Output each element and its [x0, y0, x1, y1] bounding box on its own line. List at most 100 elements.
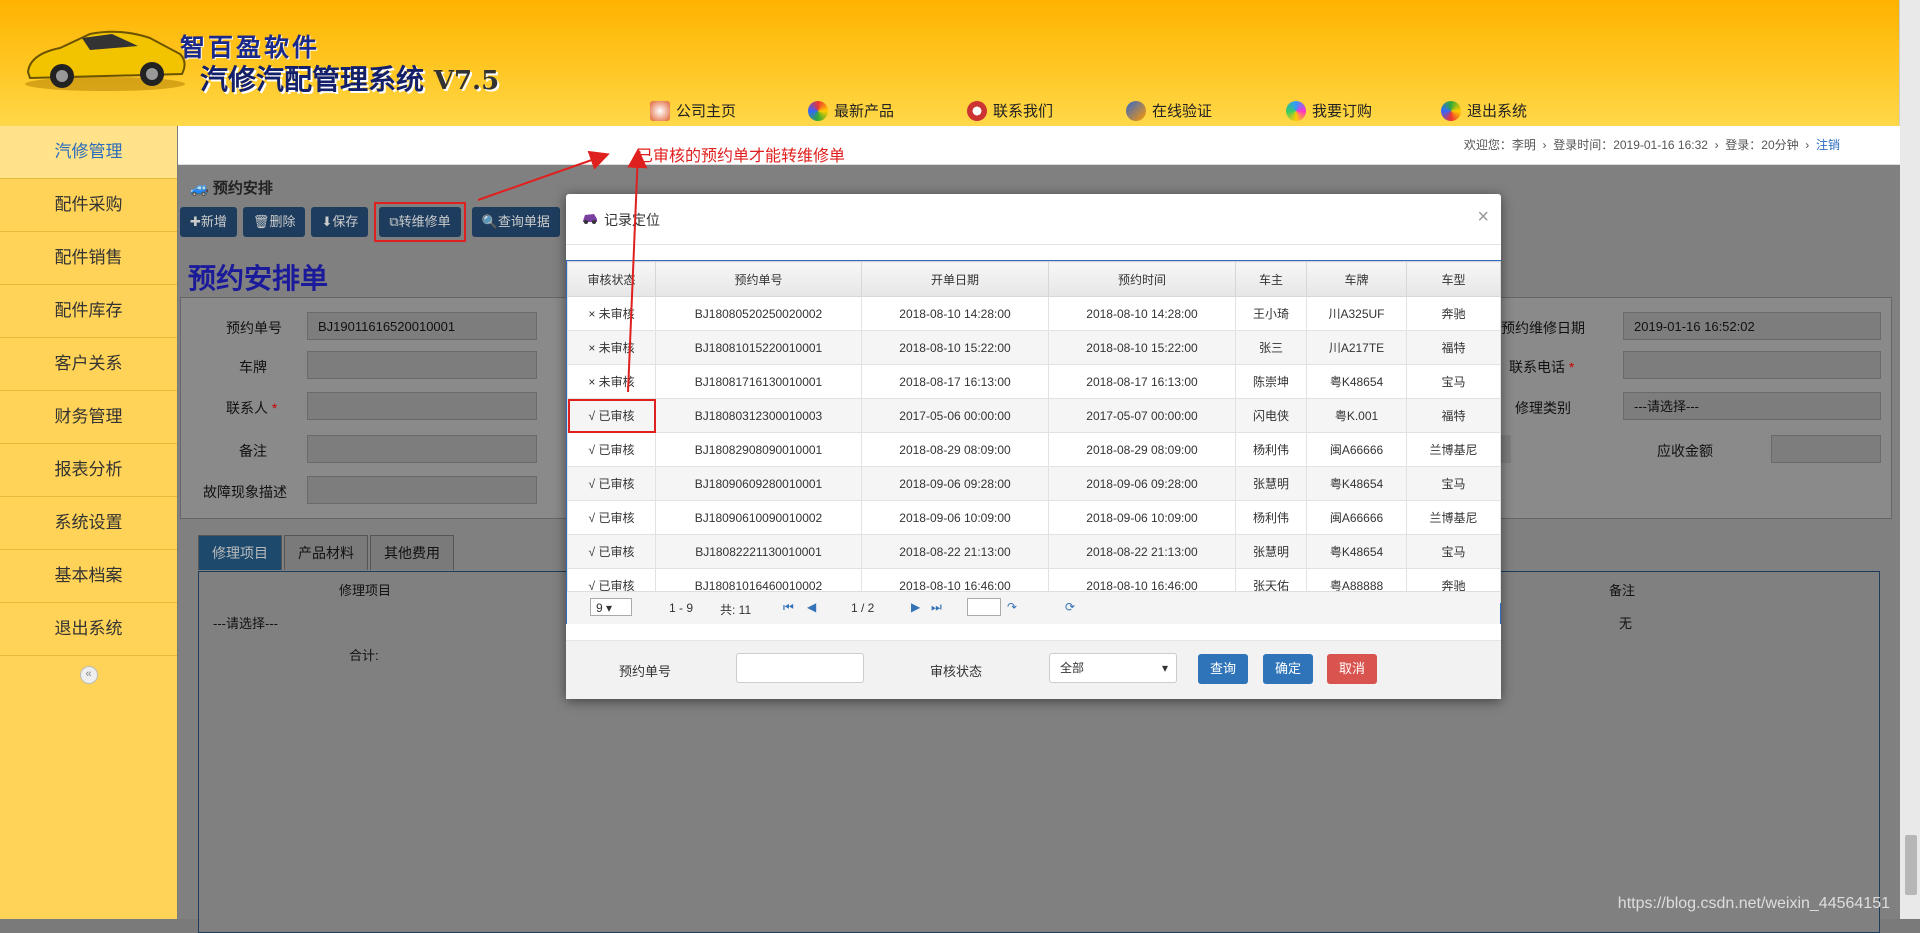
new-button-label: 新增 [200, 214, 227, 229]
cell-plate: 川A217TE [1306, 330, 1407, 365]
last-page-icon[interactable]: ⏭ [931, 600, 943, 614]
sidebar-item-customers[interactable]: 客户关系 [0, 338, 177, 391]
nav-exit[interactable]: 退出系统 [1441, 100, 1527, 121]
table-row[interactable]: × 未审核 BJ18081015220010001 2018-08-10 15:22… [567, 330, 1501, 365]
scrollbar-thumb[interactable] [1905, 835, 1917, 895]
receivable-field[interactable] [1771, 435, 1881, 463]
goto-page-input[interactable] [967, 598, 1001, 616]
form-title: 预约安排单 [188, 263, 329, 294]
remark-label: 备注 [239, 443, 267, 459]
fault-field[interactable] [307, 476, 537, 504]
tab-repair-items[interactable]: 修理项目 [198, 535, 282, 570]
nav-products[interactable]: 最新产品 [808, 100, 894, 121]
col-plate[interactable]: 车牌 [1306, 261, 1407, 297]
sidebar-item-finance[interactable]: 财务管理 [0, 391, 177, 444]
cell-plate: 粤K48654 [1306, 466, 1407, 501]
repair-type-label: 修理类别 [1515, 400, 1571, 416]
phone-label-text: 联系电话 [1509, 359, 1565, 375]
table-row[interactable]: √ 已审核 BJ18090610090010002 2018-09-06 10:09… [567, 500, 1501, 535]
sidebar-item-settings[interactable]: 系统设置 [0, 497, 177, 550]
cell-model: 福特 [1406, 330, 1501, 365]
sidebar-item-purchase[interactable]: 配件采购 [0, 179, 177, 232]
table-row[interactable]: × 未审核 BJ18080520250020002 2018-08-10 14:28… [567, 296, 1501, 331]
cell-plate: 粤K.001 [1306, 398, 1407, 433]
cell-no: BJ18081015220010001 [655, 330, 862, 365]
page-scrollbar[interactable] [1899, 0, 1920, 919]
grid-item-select[interactable]: ---请选择--- [213, 613, 278, 632]
cell-no: BJ18090610090010002 [655, 500, 862, 535]
confirm-button[interactable]: 确定 [1263, 654, 1314, 684]
cell-status: √ 已审核 [567, 466, 656, 501]
save-button[interactable]: ⬇保存 [311, 207, 369, 237]
page-range: 1 - 9 [669, 601, 694, 615]
plate-field[interactable] [307, 351, 537, 379]
prev-page-icon[interactable]: ◀ [807, 600, 819, 614]
delete-button[interactable]: 🗑删除 [242, 207, 306, 237]
collapse-sidebar-icon[interactable]: « [79, 666, 98, 684]
close-icon[interactable]: × [1477, 206, 1489, 229]
col-owner[interactable]: 车主 [1235, 261, 1307, 297]
order-icon [1286, 100, 1306, 121]
repair-type-select[interactable]: ---请选择--- [1623, 392, 1881, 420]
order-no-field[interactable]: BJ19011616520010001 [307, 312, 537, 340]
cell-plate: 闽A66666 [1306, 500, 1407, 535]
nav-home-label: 公司主页 [676, 103, 737, 120]
search-status-select[interactable]: 全部 ▾ [1049, 653, 1177, 683]
nav-contact[interactable]: 联系我们 [967, 100, 1053, 121]
cell-appt: 2018-08-22 21:13:00 [1048, 534, 1236, 569]
sidebar-item-archives[interactable]: 基本档案 [0, 550, 177, 603]
convert-to-repair-button[interactable]: ⧉转维修单 [379, 207, 461, 237]
table-row[interactable]: × 未审核 BJ18081716130010001 2018-08-17 16:13… [567, 364, 1501, 399]
table-row[interactable]: √ 已审核 BJ18082908090010001 2018-08-29 08:09… [567, 432, 1501, 467]
chevron-down-icon: ▾ [1161, 661, 1168, 675]
contact-field[interactable] [307, 392, 537, 420]
cell-open: 2017-05-06 00:00:00 [861, 398, 1049, 433]
cell-status: √ 已审核 [567, 500, 656, 535]
cancel-button[interactable]: 取消 [1327, 654, 1378, 684]
logout-link[interactable]: 注销 [1816, 138, 1840, 152]
search-order-input[interactable] [736, 653, 864, 683]
new-button[interactable]: ✚新增 [180, 207, 237, 237]
cell-open: 2018-08-29 08:09:00 [861, 432, 1049, 467]
table-row[interactable]: √ 已审核 BJ18082221130010001 2018-08-22 21:13… [567, 534, 1501, 569]
sidebar-item-exit[interactable]: 退出系统 [0, 603, 177, 656]
sidebar-item-inventory[interactable]: 配件库存 [0, 285, 177, 338]
table-row[interactable]: √ 已审核 BJ18090609280010001 2018-09-06 09:28… [567, 466, 1501, 501]
cell-open: 2018-08-10 14:28:00 [861, 296, 1049, 331]
tab-other-fees[interactable]: 其他费用 [370, 535, 454, 570]
col-order-no[interactable]: 预约单号 [655, 261, 862, 297]
page-size-select[interactable]: 9 ▾ [590, 598, 632, 616]
nav-home[interactable]: 公司主页 [650, 100, 736, 121]
record-table: 审核状态 预约单号 开单日期 预约时间 车主 车牌 车型 × 未审核 BJ1808… [567, 261, 1501, 603]
sidebar-item-sales[interactable]: 配件销售 [0, 232, 177, 285]
detail-tabs: 修理项目 产品材料 其他费用 [198, 535, 454, 570]
col-model[interactable]: 车型 [1406, 261, 1501, 297]
nav-order[interactable]: 我要订购 [1286, 100, 1372, 121]
tab-materials[interactable]: 产品材料 [284, 535, 368, 570]
sidebar-item-reports[interactable]: 报表分析 [0, 444, 177, 497]
nav-order-label: 我要订购 [1312, 103, 1373, 120]
nav-verify[interactable]: 在线验证 [1126, 100, 1212, 121]
next-page-icon[interactable]: ▶ [911, 600, 923, 614]
toolbar: ✚新增 🗑删除 ⬇保存 ⧉转维修单 🔍查询单据 [180, 202, 560, 242]
table-row[interactable]: √ 已审核 BJ18080312300010003 2017-05-06 00:00… [567, 398, 1501, 433]
remark-field[interactable] [307, 435, 537, 463]
query-button[interactable]: 🔍查询单据 [471, 207, 560, 237]
cell-plate: 粤K48654 [1306, 534, 1407, 569]
save-button-label: 保存 [332, 214, 359, 229]
first-page-icon[interactable]: ⏮ [783, 600, 795, 614]
col-open-date[interactable]: 开单日期 [861, 261, 1049, 297]
goto-page-icon[interactable]: ↷ [1007, 600, 1019, 614]
repair-date-field[interactable]: 2019-01-16 16:52:02 [1623, 312, 1881, 340]
phone-field[interactable] [1623, 351, 1881, 379]
brand-version: V7.5 [433, 66, 500, 96]
query-dialog-button[interactable]: 查询 [1198, 654, 1249, 684]
refresh-icon[interactable]: ⟳ [1065, 600, 1077, 614]
cell-model: 宝马 [1406, 364, 1501, 399]
col-status[interactable]: 审核状态 [567, 261, 656, 297]
verify-icon [1126, 100, 1146, 121]
login-duration: 登录：20分钟 [1725, 138, 1799, 152]
col-appt-time[interactable]: 预约时间 [1048, 261, 1236, 297]
sidebar-item-repair[interactable]: 汽修管理 [0, 126, 177, 179]
cell-appt: 2018-08-29 08:09:00 [1048, 432, 1236, 467]
